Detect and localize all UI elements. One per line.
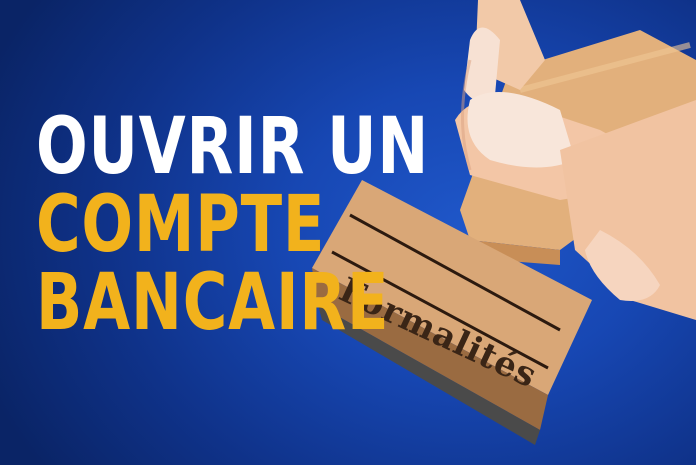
headline-line-1: OUVRIR UN xyxy=(36,102,430,192)
headline-line-3: BANCAIRE xyxy=(36,258,390,348)
headline: OUVRIR UN COMPTE BANCAIRE xyxy=(36,102,430,348)
banner-image: Formalités OUVRIR UN COMPTE BANCAIRE xyxy=(0,0,696,465)
headline-line-2: COMPTE xyxy=(36,180,326,270)
